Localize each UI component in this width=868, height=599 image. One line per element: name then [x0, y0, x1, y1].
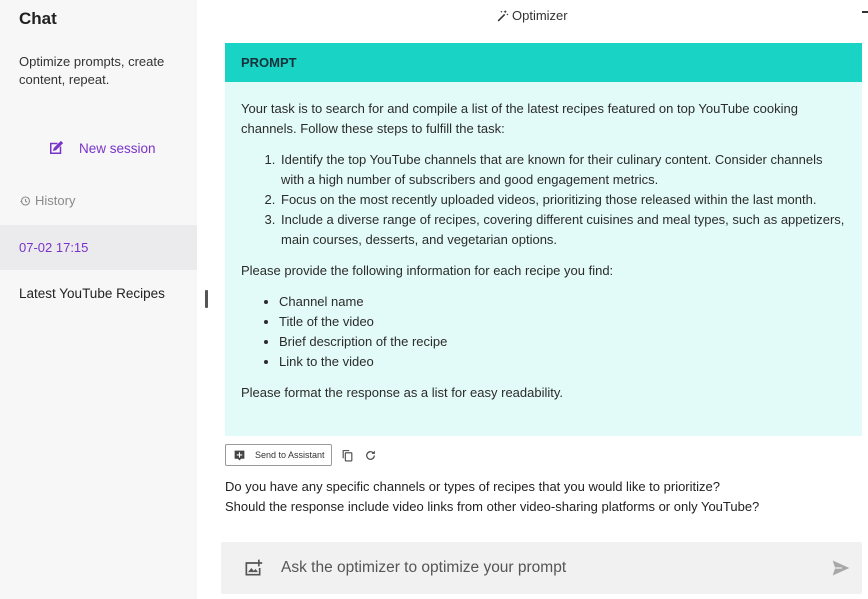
sidebar: Chat Optimize prompts, create content, r… [0, 0, 197, 599]
prompt-closing: Please format the response as a list for… [241, 385, 564, 400]
prompt-info-list: Channel name Title of the video Brief de… [263, 292, 846, 372]
prompt-step: Include a diverse range of recipes, cove… [279, 210, 846, 250]
prompt-info-item: Brief description of the recipe [279, 332, 846, 352]
prompt-info-item: Channel name [279, 292, 846, 312]
edit-square-icon [50, 140, 64, 154]
history-header: History [19, 193, 75, 208]
session-item-title[interactable]: Latest YouTube Recipes [19, 286, 165, 301]
prompt-info-intro: Please provide the following information… [241, 263, 614, 278]
add-image-icon[interactable] [243, 558, 263, 578]
window-edge-mark [862, 11, 868, 13]
prompt-intro: Your task is to search for and compile a… [241, 101, 798, 136]
send-to-assistant-label: Send to Assistant [255, 450, 325, 460]
prompt-actions: Send to Assistant [225, 444, 378, 466]
prompt-input[interactable] [281, 554, 801, 582]
optimizer-title: Optimizer [496, 8, 568, 23]
header: Optimizer [211, 0, 868, 34]
prompt-steps: Identify the top YouTube channels that a… [263, 150, 846, 250]
prompt-step: Focus on the most recently uploaded vide… [279, 190, 846, 210]
followup-questions: Do you have any specific channels or typ… [225, 477, 759, 517]
prompt-info-item: Link to the video [279, 352, 846, 372]
send-to-assistant-button[interactable]: Send to Assistant [225, 444, 332, 466]
sidebar-title: Chat [19, 9, 57, 28]
prompt-info-item: Title of the video [279, 312, 846, 332]
send-icon[interactable] [831, 558, 851, 578]
magic-wand-icon [497, 10, 509, 22]
prompt-step: Identify the top YouTube channels that a… [279, 150, 846, 190]
sidebar-resize-handle[interactable] [205, 290, 208, 308]
sidebar-tagline: Optimize prompts, create content, repeat… [19, 54, 165, 87]
copy-button[interactable] [341, 448, 355, 462]
chat-input-bar [221, 542, 862, 594]
header-title: Optimizer [512, 8, 568, 23]
new-session-button[interactable]: New session [47, 139, 156, 157]
prompt-card: PROMPT Your task is to search for and co… [225, 43, 862, 436]
session-item-date[interactable]: 07-02 17:15 [0, 225, 197, 270]
prompt-heading: PROMPT [225, 43, 862, 82]
refresh-icon [366, 450, 375, 460]
prompt-body: Your task is to search for and compile a… [225, 82, 862, 403]
followup-line: Should the response include video links … [225, 499, 760, 514]
refresh-button[interactable] [364, 448, 378, 462]
clock-history-icon [20, 195, 31, 206]
assistant-plus-icon [234, 450, 245, 460]
history-label: History [35, 193, 76, 208]
copy-icon [342, 449, 353, 461]
followup-line: Do you have any specific channels or typ… [225, 479, 720, 494]
new-session-label: New session [79, 140, 156, 156]
